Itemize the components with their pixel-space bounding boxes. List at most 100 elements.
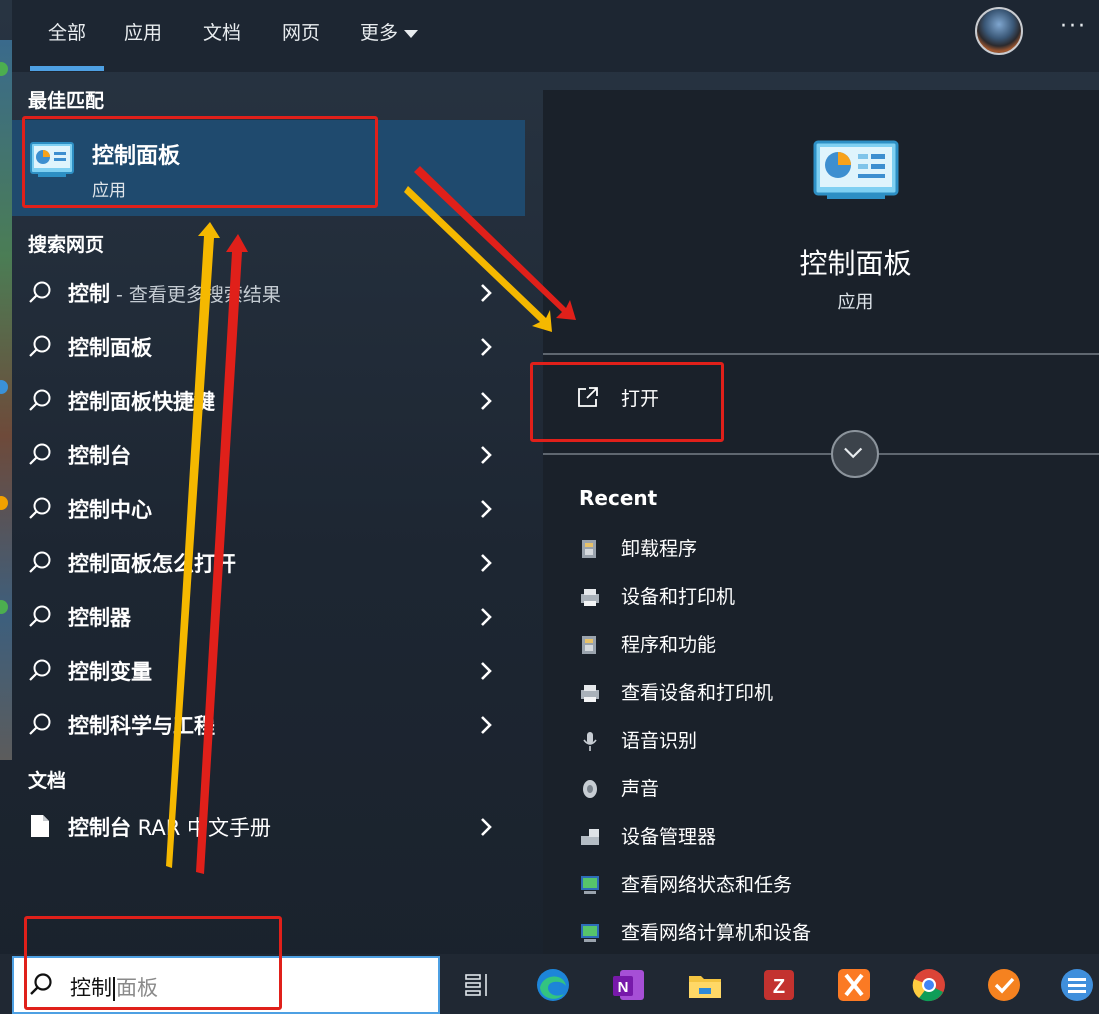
svg-text:N: N <box>618 979 629 996</box>
speaker-icon <box>583 780 597 798</box>
search-input[interactable]: 控制 面板 <box>70 972 158 1002</box>
recent-item[interactable]: 声音 <box>579 774 1059 810</box>
recent-item[interactable]: 查看网络计算机和设备 <box>579 918 1059 954</box>
search-suggestion-text: 面板 <box>116 976 158 1000</box>
web-result-row[interactable]: 控制变量 <box>12 644 525 698</box>
expand-button[interactable] <box>831 430 879 478</box>
web-result-row[interactable]: 控制面板怎么打开 <box>12 536 525 590</box>
chrome-icon[interactable] <box>910 966 948 1004</box>
recent-item[interactable]: 卸载程序 <box>579 534 1059 570</box>
recent-item-label: 设备管理器 <box>621 826 717 848</box>
desktop-edge <box>0 40 12 760</box>
task-view-icon[interactable] <box>458 966 496 1004</box>
user-avatar[interactable] <box>975 7 1023 55</box>
recent-item[interactable]: 查看设备和打印机 <box>579 678 1059 714</box>
tab-web[interactable]: 网页 <box>282 18 320 48</box>
web-result-row[interactable]: 控制科学与工程 <box>12 698 525 752</box>
search-icon <box>29 335 51 357</box>
web-result-row[interactable]: 控制器 <box>12 590 525 644</box>
open-external-icon <box>578 387 598 407</box>
web-result-row[interactable]: 控制台 <box>12 428 525 482</box>
web-result-row[interactable]: 控制面板快捷键 <box>12 374 525 428</box>
xampp-icon[interactable] <box>835 966 873 1004</box>
web-result-label: 控制器 <box>68 602 131 632</box>
edge-icon[interactable] <box>534 966 572 1004</box>
document-result-rest: RAR 中文手册 <box>131 816 272 840</box>
chevron-right-icon <box>481 284 492 302</box>
recent-item[interactable]: 设备和打印机 <box>579 582 1059 618</box>
web-result-label: 控制科学与工程 <box>68 710 215 740</box>
search-typed-text: 控制 <box>70 976 112 1000</box>
tab-documents[interactable]: 文档 <box>203 18 241 48</box>
recent-heading: Recent <box>579 486 658 510</box>
document-result-label: 控制台 RAR 中文手册 <box>68 812 271 842</box>
todo-icon[interactable] <box>985 966 1023 1004</box>
more-options-icon[interactable]: ··· <box>1060 14 1087 39</box>
chevron-right-icon <box>481 716 492 734</box>
network-icon <box>581 876 599 894</box>
divider <box>543 353 1099 355</box>
chevron-right-icon <box>481 608 492 626</box>
open-button[interactable]: 打开 <box>577 384 747 420</box>
web-result-bold: 控制面板怎么打开 <box>68 552 236 576</box>
web-result-bold: 控制器 <box>68 606 131 630</box>
recent-item-label: 语音识别 <box>621 730 698 752</box>
chevron-right-icon <box>481 500 492 518</box>
search-icon <box>29 551 51 573</box>
file-explorer-icon[interactable] <box>686 966 724 1004</box>
web-result-bold: 控制中心 <box>68 498 152 522</box>
web-result-row[interactable]: 控制面板 <box>12 320 525 374</box>
desktop-icon <box>0 62 8 76</box>
search-icon <box>29 713 51 735</box>
web-result-bold: 控制面板 <box>68 336 152 360</box>
document-result-row[interactable]: 控制台 RAR 中文手册 <box>12 800 525 854</box>
desktop-icon <box>0 600 8 614</box>
recent-item[interactable]: 查看网络状态和任务 <box>579 870 1059 906</box>
desktop-icon <box>0 496 8 510</box>
tab-apps[interactable]: 应用 <box>124 18 162 48</box>
chevron-right-icon <box>481 338 492 356</box>
programs-icon <box>582 636 596 654</box>
best-match-title: 控制面板 <box>92 144 181 169</box>
web-result-bold: 控制变量 <box>68 660 152 684</box>
web-result-bold: 控制 <box>68 282 110 306</box>
search-icon <box>29 443 51 465</box>
recent-item[interactable]: 语音识别 <box>579 726 1059 762</box>
chevron-right-icon <box>481 446 492 464</box>
zotero-icon[interactable]: Z <box>760 966 798 1004</box>
tab-all[interactable]: 全部 <box>48 18 86 48</box>
microphone-icon <box>583 732 597 751</box>
chevron-right-icon <box>481 818 492 836</box>
chevron-right-icon <box>481 392 492 410</box>
search-icon <box>29 497 51 519</box>
web-result-label: 控制面板快捷键 <box>68 386 215 416</box>
chevron-down-icon <box>844 447 863 459</box>
app-icon[interactable] <box>1058 966 1096 1004</box>
web-result-label: 控制台 <box>68 440 131 470</box>
recent-item-label: 查看设备和打印机 <box>621 682 774 704</box>
search-box[interactable]: 控制 面板 <box>12 956 440 1014</box>
recent-item[interactable]: 设备管理器 <box>579 822 1059 858</box>
text-cursor <box>113 977 115 1001</box>
printer-icon <box>581 589 599 606</box>
chevron-right-icon <box>481 554 492 572</box>
desktop-icon <box>0 380 8 394</box>
web-result-row[interactable]: 控制中心 <box>12 482 525 536</box>
web-result-label: 控制 - 查看更多搜索结果 <box>68 278 281 308</box>
recent-item-label: 声音 <box>621 778 660 800</box>
recent-item-label: 查看网络计算机和设备 <box>621 922 812 944</box>
web-result-label: 控制中心 <box>68 494 152 524</box>
best-match-item[interactable]: 控制面板 应用 <box>12 120 525 216</box>
recent-item-label: 卸载程序 <box>621 538 698 560</box>
document-icon <box>31 815 49 837</box>
web-result-bold: 控制台 <box>68 444 131 468</box>
web-result-label: 控制面板 <box>68 332 152 362</box>
best-match-subtitle: 应用 <box>92 181 126 201</box>
start-search-window: 全部 应用 文档 网页 更多 ··· 最佳匹配 控制面板 应用 搜索网页 控制 … <box>0 0 1099 1014</box>
web-result-row[interactable]: 控制 - 查看更多搜索结果 <box>12 266 525 320</box>
recent-item[interactable]: 程序和功能 <box>579 630 1059 666</box>
web-result-label: 控制变量 <box>68 656 152 686</box>
device-manager-icon <box>581 829 599 845</box>
onenote-icon[interactable]: N <box>610 966 648 1004</box>
tab-more[interactable]: 更多 <box>360 18 419 48</box>
